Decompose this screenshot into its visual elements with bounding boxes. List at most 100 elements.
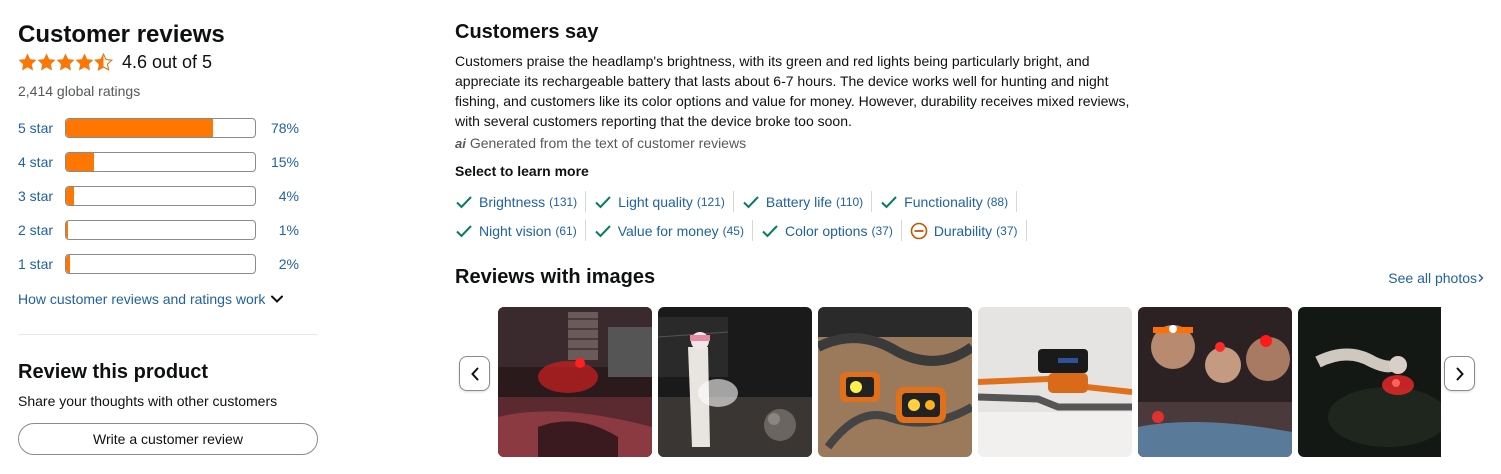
checkmark-icon [762, 224, 778, 237]
ai-generated-note: ai Generated from the text of customer r… [455, 135, 1485, 151]
review-image-thumbnail[interactable] [1138, 307, 1292, 457]
star-full-icon [37, 52, 56, 70]
review-product-title: Review this product [18, 361, 209, 383]
star-half-icon [94, 52, 113, 71]
histogram-row-3-star[interactable]: 3 star 4% [18, 179, 318, 213]
ai-review-summary: Customers praise the headlamp's brightne… [455, 53, 1130, 129]
how-reviews-work-label[interactable]: How customer reviews and ratings work [18, 291, 265, 307]
chevron-right-icon [1456, 367, 1464, 380]
histogram-percent[interactable]: 2% [256, 256, 299, 272]
aspect-chip-functionality[interactable]: Functionality (88) [880, 191, 1018, 212]
aspect-chip-brightness[interactable]: Brightness (131) [455, 191, 587, 212]
chevron-down-icon [271, 295, 284, 303]
histogram-row-1-star[interactable]: 1 star 2% [18, 247, 318, 281]
histogram-percent[interactable]: 4% [256, 188, 299, 204]
star-rating [18, 52, 113, 72]
aspect-label: Color options [784, 222, 868, 239]
aspect-label: Brightness [479, 193, 546, 210]
review-image-thumbnail[interactable] [498, 307, 652, 457]
aspect-label: Durability [933, 222, 993, 239]
customers-say-section: Customers say Customers praise the headl… [455, 20, 1485, 457]
aspect-count: (61) [555, 223, 577, 238]
histogram-percent[interactable]: 15% [256, 154, 299, 170]
reviews-with-images-title: Reviews with images [455, 266, 656, 288]
aspect-row: Brightness (131) Light quality (121) Bat… [455, 187, 1055, 216]
aspect-chip-night-vision[interactable]: Night vision (61) [455, 220, 586, 241]
select-to-learn-label: Select to learn more [455, 163, 589, 179]
histogram-label[interactable]: 2 star [18, 222, 65, 238]
aspect-chip-durability[interactable]: Durability (37) [910, 220, 1027, 241]
customer-reviews-title: Customer reviews [18, 21, 225, 48]
checkmark-icon [456, 224, 472, 237]
histogram-percent[interactable]: 78% [256, 120, 299, 136]
histogram-bar-fill [66, 153, 95, 171]
carousel-prev-button[interactable] [459, 356, 490, 391]
aspect-label: Functionality [904, 193, 983, 210]
histogram-bar-fill [66, 255, 70, 273]
checkmark-icon [595, 224, 611, 237]
customer-reviews-summary: Customer reviews 4.6 out of 5 2,414 glob… [18, 20, 318, 455]
aspect-row: Night vision (61) Value for money (45) C… [455, 216, 1055, 245]
customers-say-title: Customers say [455, 21, 599, 43]
review-image-list [498, 307, 1441, 457]
mixed-sentiment-icon [910, 222, 928, 239]
see-all-photos-label[interactable]: See all photos [1388, 270, 1477, 286]
review-image-thumbnail[interactable] [1298, 307, 1441, 457]
histogram-bar-fill [66, 119, 214, 137]
chevron-right-icon [1478, 273, 1484, 282]
review-photo-product-table [978, 307, 1132, 457]
checkmark-icon [881, 195, 897, 208]
histogram-label[interactable]: 5 star [18, 120, 65, 136]
average-rating[interactable]: 4.6 out of 5 [18, 51, 318, 73]
aspect-chip-light-quality[interactable]: Light quality (121) [594, 191, 734, 212]
histogram-bar[interactable] [65, 186, 256, 206]
review-image-thumbnail[interactable] [658, 307, 812, 457]
section-divider [18, 334, 318, 335]
ai-note-text: Generated from the text of customer revi… [469, 135, 747, 151]
histogram-percent[interactable]: 1% [256, 222, 299, 238]
aspect-label: Light quality [618, 193, 693, 210]
aspect-count: (88) [986, 194, 1009, 209]
aspect-count: (110) [836, 194, 864, 209]
review-image-thumbnail[interactable] [818, 307, 972, 457]
chevron-left-icon [470, 367, 478, 380]
histogram-label[interactable]: 1 star [18, 256, 65, 272]
histogram-bar-fill [66, 187, 74, 205]
star-full-icon [75, 52, 94, 70]
checkmark-icon [456, 195, 472, 208]
review-image-thumbnail[interactable] [978, 307, 1132, 457]
write-review-button[interactable]: Write a customer review [18, 423, 318, 455]
aspect-chip-color-options[interactable]: Color options (37) [761, 220, 902, 241]
review-photo-headlamps [818, 307, 972, 457]
carousel-next-button[interactable] [1444, 356, 1475, 391]
review-product-subtitle: Share your thoughts with other customers [18, 393, 278, 409]
aspect-count: (37) [871, 223, 893, 238]
aspect-label: Value for money [617, 222, 719, 239]
review-photo-night-walk [658, 307, 812, 457]
histogram-bar[interactable] [65, 152, 256, 172]
aspect-chip-value-for-money[interactable]: Value for money (45) [594, 220, 753, 241]
reviews-with-images-header: Reviews with images See all photos [455, 266, 1485, 289]
rating-text: 4.6 out of 5 [122, 51, 213, 72]
aspect-label: Battery life [765, 193, 833, 210]
review-photo-family-selfie [1138, 307, 1292, 457]
checkmark-icon [743, 195, 759, 208]
see-all-photos-link[interactable]: See all photos [1388, 270, 1485, 286]
star-full-icon [56, 52, 75, 70]
histogram-row-2-star[interactable]: 2 star 1% [18, 213, 318, 247]
histogram-label[interactable]: 3 star [18, 188, 65, 204]
aspect-count: (121) [696, 194, 725, 209]
histogram-row-5-star[interactable]: 5 star 78% [18, 111, 318, 145]
review-photo-bedroom [498, 307, 652, 457]
aspect-count: (131) [549, 194, 578, 209]
how-reviews-work-link[interactable]: How customer reviews and ratings work [18, 291, 318, 307]
histogram-bar[interactable] [65, 118, 256, 138]
aspect-chip-battery-life[interactable]: Battery life (110) [742, 191, 873, 212]
aspect-count: (45) [722, 223, 744, 238]
histogram-row-4-star[interactable]: 4 star 15% [18, 145, 318, 179]
histogram-bar[interactable] [65, 254, 256, 274]
star-full-icon [18, 52, 37, 70]
histogram-bar[interactable] [65, 220, 256, 240]
checkmark-icon [595, 195, 611, 208]
histogram-label[interactable]: 4 star [18, 154, 65, 170]
